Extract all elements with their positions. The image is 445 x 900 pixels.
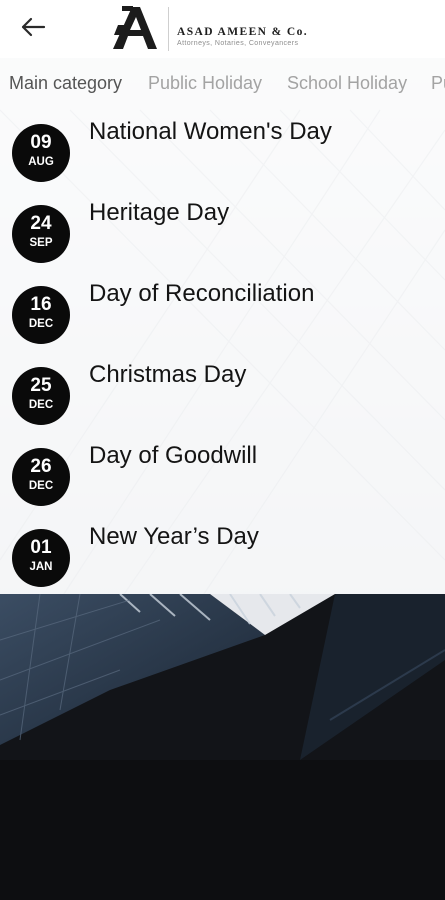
tab-school-holiday[interactable]: School Holiday bbox=[287, 73, 407, 94]
date-month: JAN bbox=[29, 561, 53, 573]
tab-partial[interactable]: Pu bbox=[431, 73, 445, 94]
date-day: 16 bbox=[30, 294, 52, 315]
date-badge: 01 JAN bbox=[12, 529, 70, 587]
date-day: 01 bbox=[30, 537, 52, 558]
date-month: DEC bbox=[28, 480, 54, 492]
date-month: DEC bbox=[28, 399, 54, 411]
holiday-name: Christmas Day bbox=[89, 361, 247, 388]
logo-divider bbox=[168, 7, 169, 51]
holiday-name: Day of Reconciliation bbox=[89, 280, 315, 307]
date-day: 26 bbox=[30, 456, 52, 477]
date-badge: 26 DEC bbox=[12, 448, 70, 506]
logo-company-name: ASAD AMEEN & Co. bbox=[177, 26, 309, 38]
date-badge: 16 DEC bbox=[12, 286, 70, 344]
date-badge: 09 AUG bbox=[12, 124, 70, 182]
holiday-list-item[interactable]: 24 SEP Heritage Day bbox=[0, 191, 445, 272]
date-month: AUG bbox=[28, 156, 54, 168]
tab-public-holiday[interactable]: Public Holiday bbox=[148, 73, 262, 94]
date-badge: 24 SEP bbox=[12, 205, 70, 263]
holiday-list-item[interactable]: 01 JAN New Year’s Day bbox=[0, 515, 445, 596]
category-tabs: Main category Public Holiday School Holi… bbox=[0, 58, 445, 110]
arrow-left-icon bbox=[21, 17, 46, 37]
holiday-list-item[interactable]: 16 DEC Day of Reconciliation bbox=[0, 272, 445, 353]
holiday-name: Day of Goodwill bbox=[89, 442, 258, 469]
app-header: ASAD AMEEN & Co. Attorneys, Notaries, Co… bbox=[0, 0, 445, 58]
logo-tagline: Attorneys, Notaries, Conveyancers bbox=[177, 40, 299, 47]
holiday-name: New Year’s Day bbox=[89, 523, 259, 550]
holiday-name: National Women's Day bbox=[89, 118, 332, 145]
date-badge: 25 DEC bbox=[12, 367, 70, 425]
holiday-list-item[interactable]: 26 DEC Day of Goodwill bbox=[0, 434, 445, 515]
holiday-name: Heritage Day bbox=[89, 199, 230, 226]
logo-mark-icon bbox=[113, 6, 157, 49]
tab-main-category[interactable]: Main category bbox=[9, 73, 122, 94]
date-day: 09 bbox=[30, 132, 52, 153]
company-logo: ASAD AMEEN & Co. Attorneys, Notaries, Co… bbox=[110, 5, 350, 53]
date-month: SEP bbox=[29, 237, 53, 249]
date-day: 24 bbox=[30, 213, 52, 234]
holiday-list: 09 AUG National Women's Day 24 SEP Herit… bbox=[0, 110, 445, 594]
date-day: 25 bbox=[30, 375, 52, 396]
holiday-list-item[interactable]: 25 DEC Christmas Day bbox=[0, 353, 445, 434]
holiday-list-item[interactable]: 09 AUG National Women's Day bbox=[0, 110, 445, 191]
date-month: DEC bbox=[28, 318, 54, 330]
back-button[interactable] bbox=[14, 10, 52, 44]
